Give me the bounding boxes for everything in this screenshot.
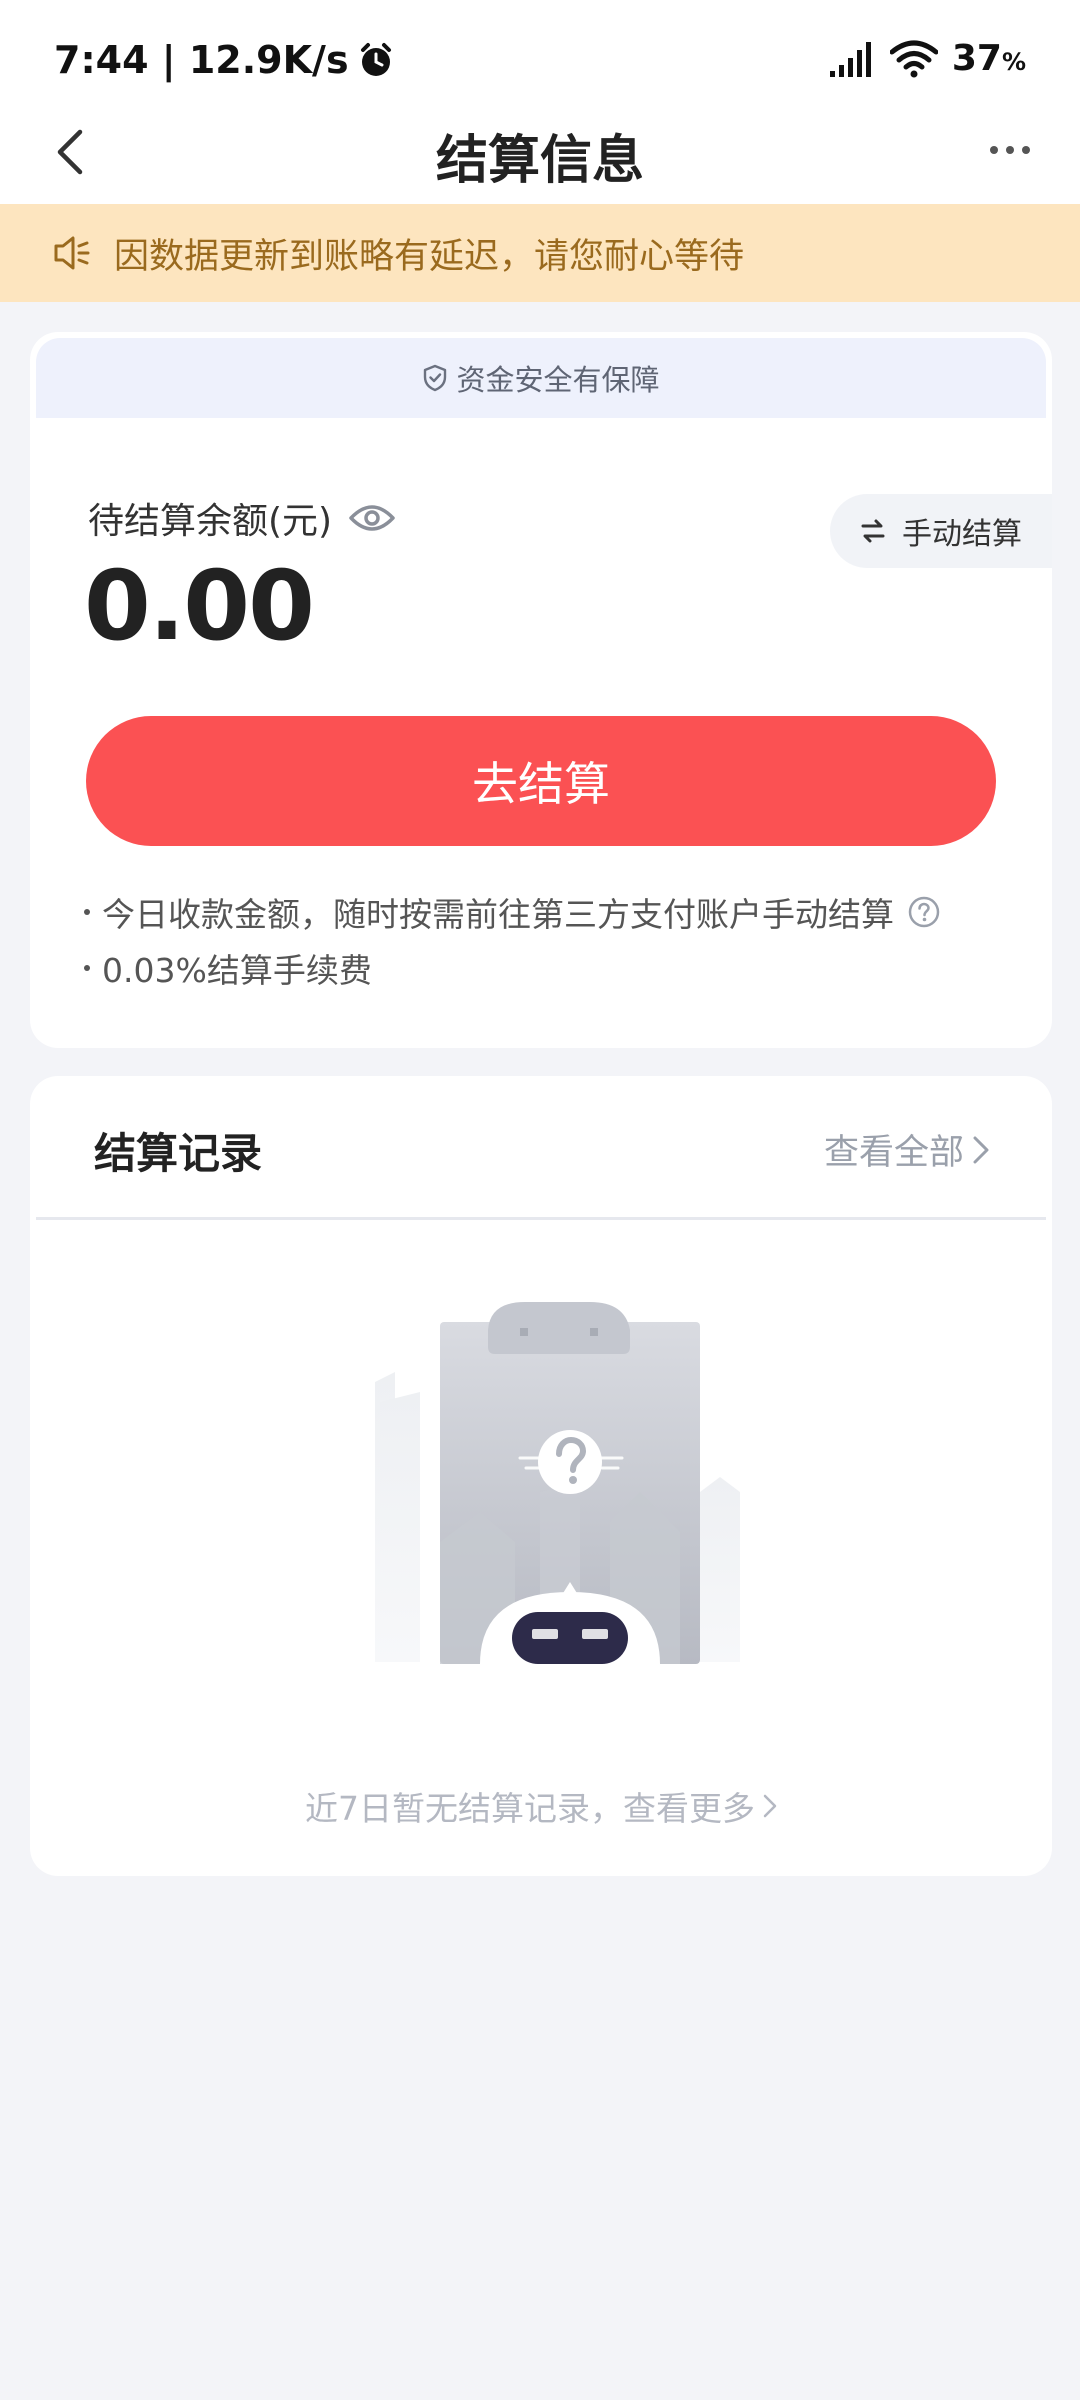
note-item: 今日收款金额，随时按需前往第三方支付账户手动结算 xyxy=(84,888,940,936)
empty-records-illustration xyxy=(375,1302,740,1664)
security-strip: 资金安全有保障 xyxy=(36,338,1046,418)
note-item: 0.03%结算手续费 xyxy=(84,944,372,992)
status-time-speed: 7:44 | 12.9K/s xyxy=(54,38,349,82)
signal-icon xyxy=(829,41,871,77)
battery-unit: % xyxy=(1001,48,1026,76)
divider xyxy=(36,1217,1046,1220)
alarm-icon xyxy=(360,43,391,76)
more-options-icon[interactable] xyxy=(988,138,1032,162)
wifi-icon xyxy=(889,40,938,77)
notice-text: 因数据更新到账略有延迟，请您耐心等待 xyxy=(114,236,745,277)
settle-button[interactable]: 去结算 xyxy=(86,716,996,846)
note-text: 今日收款金额，随时按需前往第三方支付账户手动结算 xyxy=(102,895,894,934)
bullet-dot xyxy=(84,909,90,915)
balance-label-row: 待结算余额(元) xyxy=(88,492,396,544)
nav-bar: 结算信息 xyxy=(0,100,1080,204)
security-text: 资金安全有保障 xyxy=(456,363,660,397)
records-card: 结算记录 查看全部 近7日暂无结算记录，查看更多 xyxy=(30,1076,1052,1876)
help-icon[interactable] xyxy=(908,896,940,928)
speaker-icon xyxy=(54,236,90,270)
chevron-right-icon xyxy=(763,1794,777,1818)
empty-records-text: 近7日暂无结算记录，查看更多 xyxy=(305,1789,755,1828)
status-right: 37% xyxy=(829,38,1026,79)
balance-card: 资金安全有保障 待结算余额(元) 0.00 手动结算 去结算 今日收款金额，随时… xyxy=(30,332,1052,1048)
swap-icon xyxy=(861,519,885,543)
manual-settle-button[interactable]: 手动结算 xyxy=(830,494,1052,568)
battery-level: 37% xyxy=(951,38,1026,79)
chevron-right-icon xyxy=(973,1136,989,1163)
manual-settle-label: 手动结算 xyxy=(902,517,1022,552)
balance-label: 待结算余额(元) xyxy=(88,501,333,542)
eye-icon[interactable] xyxy=(348,502,396,534)
records-title: 结算记录 xyxy=(94,1129,263,1178)
page-title: 结算信息 xyxy=(435,131,644,191)
bullet-dot xyxy=(84,965,90,971)
empty-records-link[interactable]: 近7日暂无结算记录，查看更多 xyxy=(30,1782,1052,1830)
status-left: 7:44 | 12.9K/s xyxy=(54,38,395,82)
notice-banner: 因数据更新到账略有延迟，请您耐心等待 xyxy=(0,204,1080,302)
shield-icon xyxy=(424,364,447,392)
balance-value: 0.00 xyxy=(84,550,315,662)
note-text: 0.03%结算手续费 xyxy=(102,951,372,990)
view-all-link[interactable]: 查看全部 xyxy=(824,1124,990,1175)
view-all-label: 查看全部 xyxy=(823,1133,964,1173)
